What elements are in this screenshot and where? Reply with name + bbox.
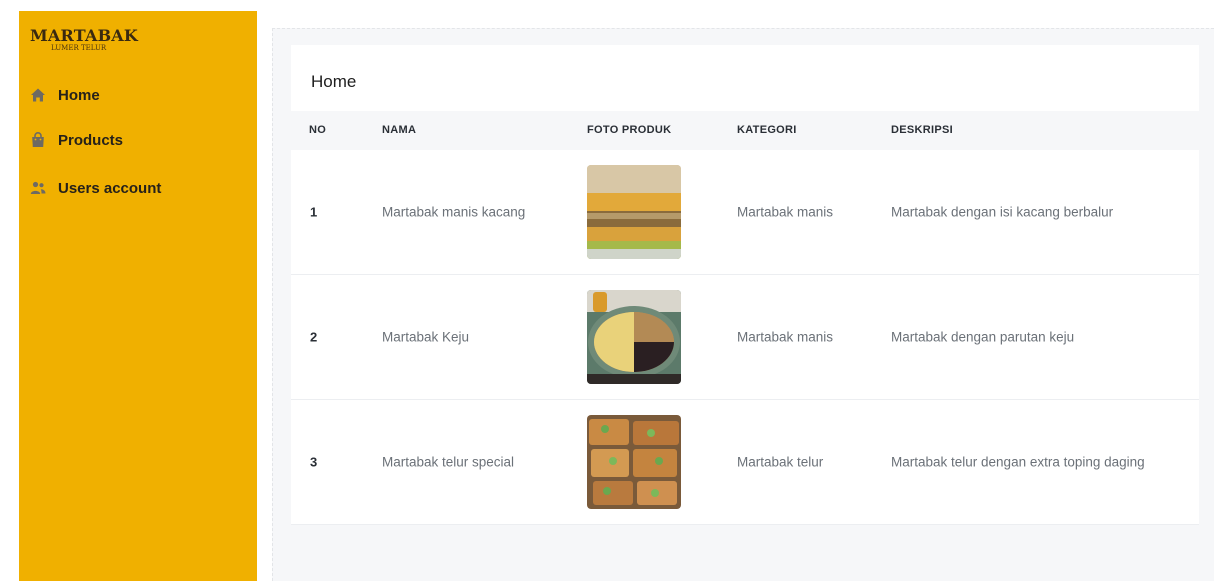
table-row[interactable]: 2 Martabak Keju Martabak manis Martabak … <box>291 275 1199 400</box>
sidebar-item-label: Users account <box>58 179 162 197</box>
sidebar-item-home[interactable]: Home <box>30 84 100 106</box>
column-header-foto-produk: FOTO PRODUK <box>587 124 672 136</box>
product-name: Martabak Keju <box>382 329 470 345</box>
product-name: Martabak manis kacang <box>382 204 526 220</box>
martabak-manis-kacang-photo <box>587 165 681 259</box>
sidebar-item-label: Home <box>58 86 100 104</box>
products-card: Home NO NAMA FOTO PRODUK KATEGORI DESKRI… <box>291 45 1199 525</box>
main-content: Home NO NAMA FOTO PRODUK KATEGORI DESKRI… <box>272 28 1214 581</box>
shopping-bag-icon <box>32 132 44 147</box>
product-category: Martabak manis <box>737 204 834 220</box>
page-title: Home <box>311 72 357 91</box>
column-header-no: NO <box>309 124 327 136</box>
martabak-telur-photo <box>587 415 681 509</box>
row-number: 3 <box>310 454 318 470</box>
table-row[interactable]: 1 Martabak manis kacang Martabak manis M… <box>291 150 1199 275</box>
sidebar-item-users-account[interactable]: Users account <box>30 177 161 199</box>
table-row[interactable]: 3 Martabak telur special Martabak telur … <box>291 400 1199 525</box>
product-description: Martabak telur dengan extra toping dagin… <box>891 454 1145 470</box>
sidebar: MARTABAK LUMER TELUR Home Products Users… <box>19 11 257 581</box>
home-icon <box>31 88 45 102</box>
product-category: Martabak telur <box>737 454 824 470</box>
brand-logo[interactable]: MARTABAK LUMER TELUR <box>30 26 139 53</box>
product-description: Martabak dengan isi kacang berbalur <box>891 204 1114 220</box>
users-icon <box>30 181 46 194</box>
row-number: 2 <box>310 329 318 345</box>
product-name: Martabak telur special <box>382 454 515 470</box>
product-description: Martabak dengan parutan keju <box>891 329 1075 345</box>
product-category: Martabak manis <box>737 329 834 345</box>
brand-subtitle: LUMER TELUR <box>51 44 107 52</box>
table-header: NO NAMA FOTO PRODUK KATEGORI DESKRIPSI <box>291 111 1199 150</box>
column-header-nama: NAMA <box>382 124 417 136</box>
sidebar-item-products[interactable]: Products <box>30 129 123 151</box>
brand-title: MARTABAK <box>30 26 139 45</box>
column-header-kategori: KATEGORI <box>737 124 797 136</box>
column-header-deskripsi: DESKRIPSI <box>891 124 953 136</box>
martabak-keju-photo <box>587 290 681 384</box>
sidebar-item-label: Products <box>58 131 124 149</box>
row-number: 1 <box>310 204 318 220</box>
